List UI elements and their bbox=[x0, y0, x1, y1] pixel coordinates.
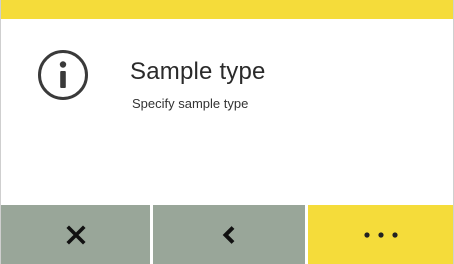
close-icon bbox=[65, 224, 86, 245]
chevron-left-icon bbox=[222, 225, 235, 244]
dialog-screen: Sample type Specify sample type bbox=[0, 0, 454, 264]
more-dots-icon bbox=[363, 231, 398, 238]
more-button[interactable] bbox=[308, 205, 453, 264]
dialog-title: Sample type bbox=[130, 58, 266, 85]
back-button[interactable] bbox=[153, 205, 308, 264]
dialog-subtitle: Specify sample type bbox=[132, 96, 249, 111]
accent-top-bar bbox=[1, 0, 453, 19]
footer-button-bar bbox=[1, 205, 453, 264]
info-icon bbox=[38, 50, 88, 100]
close-button[interactable] bbox=[1, 205, 153, 264]
